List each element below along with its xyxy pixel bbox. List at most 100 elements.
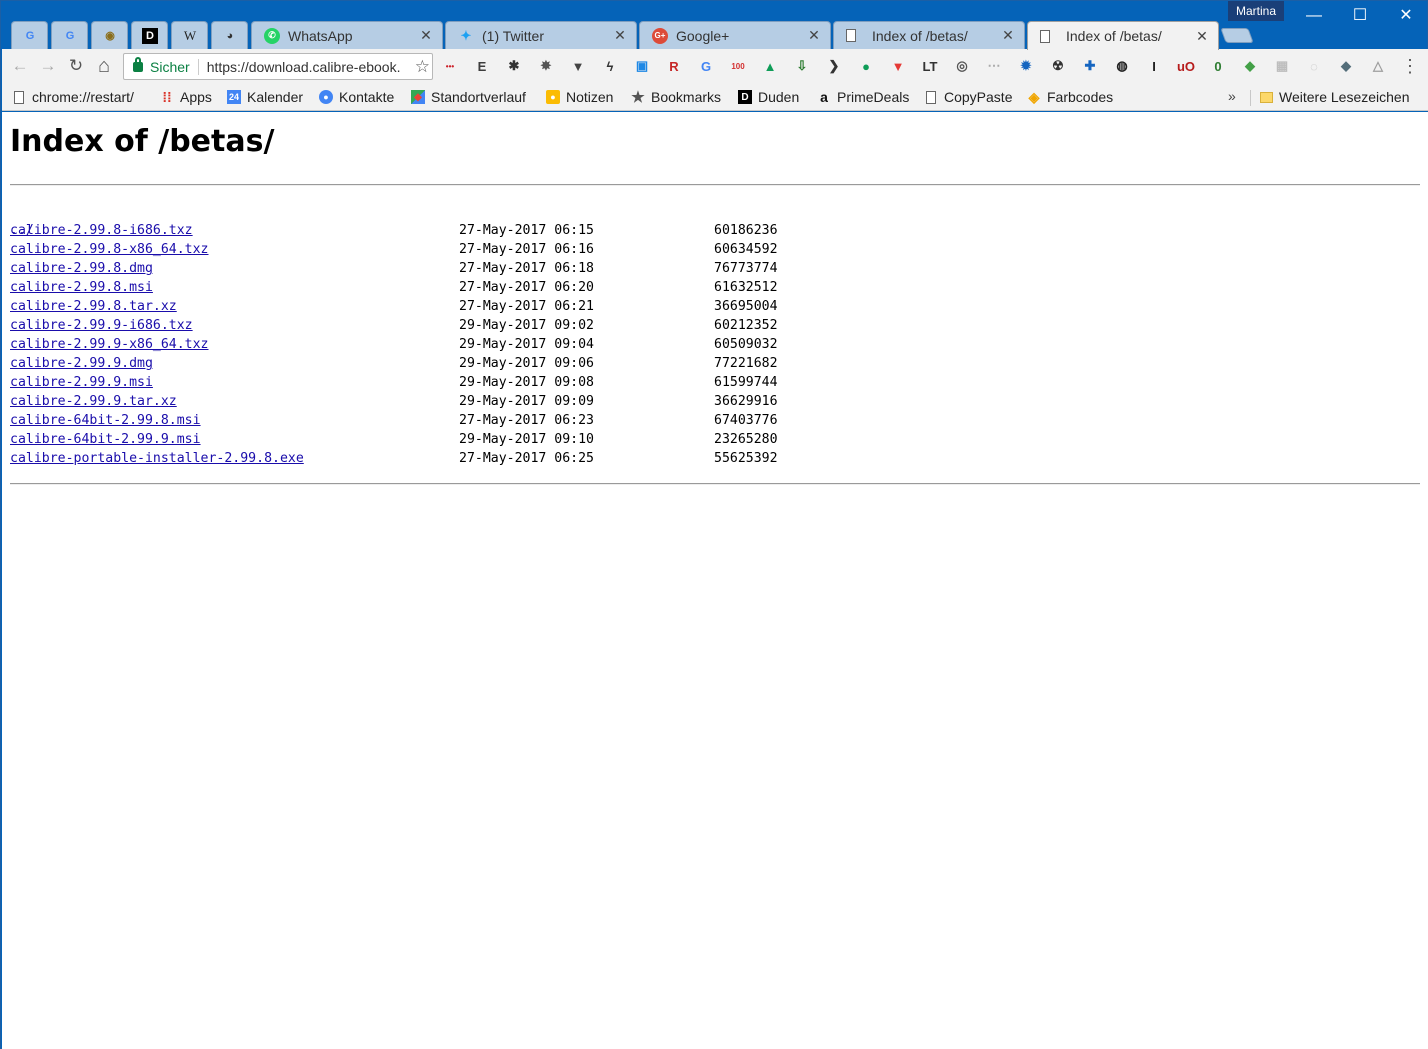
lightning-icon[interactable]: ϟ — [602, 58, 618, 74]
tab-pinned-google-translate[interactable]: G — [51, 21, 88, 49]
file-link[interactable]: calibre-64bit-2.99.8.msi — [10, 411, 201, 430]
drop-icon[interactable]: ◆ — [1338, 58, 1354, 74]
file-link[interactable]: calibre-2.99.8.msi — [10, 278, 153, 297]
bookmark-kalender[interactable]: 24 Kalender — [227, 88, 303, 106]
profile-button[interactable]: Martina — [1228, 1, 1284, 21]
translate-icon[interactable]: G — [698, 58, 714, 74]
bookmark-apps[interactable]: ⁞⁞ Apps — [160, 88, 212, 106]
tab-pinned-wikipedia[interactable]: W — [171, 21, 208, 49]
tab-pinned-panda[interactable]: ◕ — [211, 21, 248, 49]
code-icon[interactable]: ❯ — [826, 58, 842, 74]
address-bar[interactable]: Sicher https://download.calibre-ebook. ☆ — [123, 53, 433, 80]
bookmark-farbcodes[interactable]: ◈ Farbcodes — [1027, 88, 1114, 106]
close-icon[interactable]: ✕ — [806, 27, 822, 44]
abp-icon[interactable]: R — [666, 58, 682, 74]
file-date: 29-May-2017 09:10 — [459, 432, 594, 447]
table-row: calibre-2.99.9-i686.txz 29-May-2017 09:02… — [10, 316, 778, 335]
circle-p-icon[interactable]: ◍ — [1114, 58, 1130, 74]
bookmark-chrome-restart[interactable]: chrome://restart/ — [14, 88, 134, 106]
file-link[interactable]: calibre-2.99.9.dmg — [10, 354, 153, 373]
bookmark-star-icon[interactable]: ☆ — [415, 57, 430, 77]
bookmark-duden[interactable]: D Duden — [738, 88, 799, 106]
file-link[interactable]: calibre-2.99.8.dmg — [10, 259, 153, 278]
file-link[interactable]: calibre-2.99.8-i686.txz — [10, 221, 193, 240]
calendar-icon: 24 — [227, 90, 241, 104]
google-drive-icon[interactable]: ▲ — [762, 58, 778, 74]
close-icon[interactable]: ✕ — [1000, 27, 1016, 44]
list-item: ../ — [10, 202, 74, 238]
screenshot-icon[interactable]: ▣ — [634, 58, 650, 74]
close-icon[interactable]: ✕ — [612, 27, 628, 44]
forward-button[interactable]: → — [37, 55, 59, 77]
tab-index-betas-active[interactable]: Index of /betas/ ✕ — [1027, 21, 1219, 50]
vivaldi-icon[interactable]: ▼ — [890, 58, 906, 74]
wikipedia-icon: W — [183, 27, 197, 43]
maximize-button[interactable]: ☐ — [1337, 1, 1383, 31]
file-link[interactable]: calibre-2.99.9-x86_64.txz — [10, 335, 209, 354]
close-icon[interactable]: ✕ — [1194, 28, 1210, 45]
menu-button[interactable]: ⋮ — [1399, 55, 1421, 77]
bookmarks-overflow-button[interactable]: » — [1228, 88, 1236, 104]
evernote-icon[interactable]: E — [474, 58, 490, 74]
back-button[interactable]: ← — [9, 55, 31, 77]
tab-index-betas[interactable]: Index of /betas/ ✕ — [833, 21, 1025, 49]
window-close-button[interactable]: ✕ — [1383, 1, 1428, 31]
home-button[interactable]: ⌂ — [93, 55, 115, 77]
z100-icon[interactable]: 100 — [730, 58, 746, 74]
languagetool-icon[interactable]: LT — [922, 58, 938, 74]
tab-google-plus[interactable]: G+ Google+ ✕ — [639, 21, 831, 49]
bookmark-notizen[interactable]: ● Notizen — [546, 88, 613, 106]
file-link[interactable]: calibre-2.99.8-x86_64.txz — [10, 240, 209, 259]
grid-icon[interactable]: ✚ — [1082, 58, 1098, 74]
bookmark-kontakte[interactable]: ● Kontakte — [319, 88, 394, 106]
dots-icon[interactable]: ⋯ — [986, 58, 1002, 74]
frog-icon[interactable]: 0 — [1210, 58, 1226, 74]
secure-label: Sicher — [150, 58, 190, 75]
tab-twitter[interactable]: ✦ (1) Twitter ✕ — [445, 21, 637, 49]
maps-icon: ◆ — [411, 90, 425, 104]
file-link[interactable]: calibre-64bit-2.99.9.msi — [10, 430, 201, 449]
gray-grid-icon[interactable]: ▦ — [1274, 58, 1290, 74]
tab-pinned-duden[interactable]: D — [131, 21, 168, 49]
bug-icon[interactable]: ✸ — [538, 58, 554, 74]
file-link[interactable]: calibre-2.99.8.tar.xz — [10, 297, 177, 316]
ublock-icon[interactable]: uO — [1177, 58, 1195, 74]
bookmark-standortverlauf[interactable]: ◆ Standortverlauf — [411, 88, 526, 106]
pocket-icon[interactable]: ▼ — [570, 58, 586, 74]
close-icon[interactable]: ✕ — [418, 27, 434, 44]
url-text[interactable]: https://download.calibre-ebook. — [207, 59, 409, 75]
gear-blue-icon[interactable]: ✹ — [1018, 58, 1034, 74]
triangle-icon[interactable]: △ — [1370, 58, 1386, 74]
italic-i-icon[interactable]: I — [1146, 58, 1162, 74]
download-icon[interactable]: ⇩ — [794, 58, 810, 74]
contacts-icon: ● — [319, 90, 333, 104]
minimize-button[interactable]: — — [1291, 1, 1337, 31]
puzzle-color-icon[interactable]: ◆ — [1242, 58, 1258, 74]
diamond-icon: ◈ — [1028, 88, 1040, 105]
file-link[interactable]: calibre-portable-installer-2.99.8.exe — [10, 449, 304, 468]
bookmark-folder-weitere[interactable]: Weitere Lesezeichen — [1260, 88, 1409, 106]
file-link[interactable]: calibre-2.99.9.msi — [10, 373, 153, 392]
table-row: calibre-2.99.9.tar.xz 29-May-2017 09:09 36… — [10, 392, 778, 411]
settings-icon[interactable]: ✱ — [506, 58, 522, 74]
reload-button[interactable]: ↻ — [65, 55, 87, 77]
bookmark-primedeals[interactable]: a PrimeDeals — [817, 88, 909, 106]
twitter-icon: ✦ — [460, 27, 472, 43]
lightbulb-icon[interactable]: ◎ — [954, 58, 970, 74]
tab-whatsapp[interactable]: ✆ WhatsApp ✕ — [251, 21, 443, 49]
file-link[interactable]: calibre-2.99.9.tar.xz — [10, 392, 177, 411]
hangouts-icon[interactable]: ● — [858, 58, 874, 74]
bookmark-label: Apps — [180, 89, 212, 105]
file-date: 27-May-2017 06:20 — [459, 280, 594, 295]
bookmark-bookmarks[interactable]: ★ Bookmarks — [631, 88, 721, 106]
bookmark-copypaste[interactable]: CopyPaste — [926, 88, 1012, 106]
tab-label: Google+ — [676, 27, 730, 44]
radiation-icon[interactable]: ☢ — [1050, 58, 1066, 74]
gray-circle-icon[interactable]: ◌ — [1306, 58, 1322, 74]
tab-pinned-google[interactable]: G — [11, 21, 48, 49]
page-icon — [926, 90, 936, 104]
lastpass-icon[interactable]: ••• — [442, 58, 458, 74]
tab-pinned-owl[interactable]: ◉ — [91, 21, 128, 49]
new-tab-button[interactable] — [1220, 28, 1254, 43]
file-link[interactable]: calibre-2.99.9-i686.txz — [10, 316, 193, 335]
